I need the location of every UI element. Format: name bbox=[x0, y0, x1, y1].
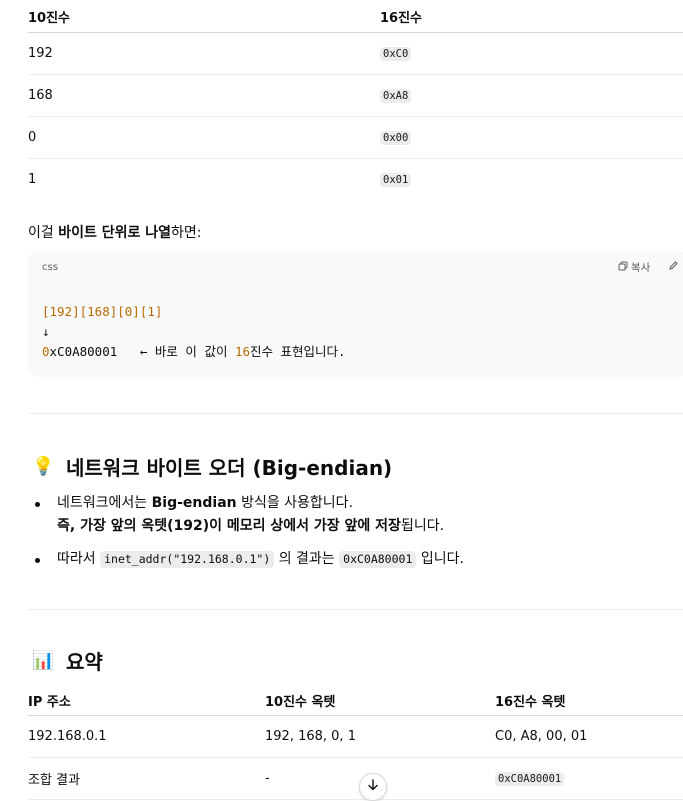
inline-code: 0x00 bbox=[380, 131, 412, 145]
code-language-label: css bbox=[42, 262, 58, 273]
bar-chart-icon: 📊 bbox=[32, 650, 55, 671]
section-title: 요약 bbox=[66, 650, 103, 674]
column-header: IP 주소 bbox=[28, 686, 265, 716]
table-cell: 0xC0 bbox=[380, 32, 683, 75]
inline-code: inet_addr("192.168.0.1") bbox=[100, 551, 275, 568]
pencil-icon bbox=[668, 261, 679, 274]
paragraph-text: 이걸 bbox=[28, 225, 59, 241]
inline-code: 0xA8 bbox=[380, 89, 412, 103]
bullet-list: 네트워크에서는 Big-endian 방식을 사용합니다. 즉, 가장 앞의 옥… bbox=[28, 492, 683, 581]
lightbulb-icon: 💡 bbox=[32, 456, 55, 477]
copy-icon bbox=[618, 261, 628, 274]
inline-code: 0xC0A80001 bbox=[495, 772, 565, 786]
table-header-row: 10진수 16진수 bbox=[28, 0, 683, 33]
paragraph-bold: 바이트 단위로 나열 bbox=[58, 225, 172, 241]
column-header: 10진수 bbox=[28, 0, 380, 33]
code-line: ↓ bbox=[42, 324, 50, 339]
list-item: 따라서 inet_addr("192.168.0.1") 의 결과는 0xC0A… bbox=[28, 548, 683, 571]
paragraph-text: 하면: bbox=[171, 225, 202, 241]
table-row: 168 0xA8 bbox=[28, 74, 683, 117]
copy-button[interactable]: 복사 bbox=[618, 260, 650, 275]
column-header: 10진수 옥텟 bbox=[265, 686, 495, 716]
table-cell: C0, A8, 00, 01 bbox=[495, 715, 683, 758]
list-bold: Big-endian bbox=[151, 495, 237, 511]
divider bbox=[28, 413, 683, 414]
divider bbox=[28, 609, 683, 610]
table-cell: 0x01 bbox=[380, 159, 683, 201]
column-header: 16진수 bbox=[380, 0, 683, 33]
table-cell: 192.168.0.1 bbox=[28, 715, 265, 758]
column-header: 16진수 옥텟 bbox=[495, 686, 683, 716]
arrow-down-icon bbox=[367, 779, 379, 795]
chat-content: 10진수 16진수 192 0xC0 168 0xA8 0 0x00 1 0x0… bbox=[28, 0, 683, 800]
decimal-hex-table: 10진수 16진수 192 0xC0 168 0xA8 0 0x00 1 0x0… bbox=[28, 0, 683, 200]
list-text: 네트워크에서는 bbox=[57, 495, 152, 511]
list-text: 입니다. bbox=[416, 551, 464, 567]
table-header-row: IP 주소 10진수 옥텟 16진수 옥텟 bbox=[28, 686, 683, 716]
list-bold: 즉, 가장 앞의 옥텟(192)이 메모리 상에서 가장 앞에 저장 bbox=[57, 518, 401, 534]
table-row: 0 0x00 bbox=[28, 116, 683, 159]
table-cell: 1 bbox=[28, 172, 37, 187]
code-number: 0 bbox=[42, 344, 50, 359]
list-item: 네트워크에서는 Big-endian 방식을 사용합니다. 즉, 가장 앞의 옥… bbox=[28, 492, 683, 538]
edit-button[interactable] bbox=[668, 260, 679, 274]
code-text: xC0A80001 ← 바로 이 값이 bbox=[49, 344, 235, 359]
inline-code: 0xC0A80001 bbox=[339, 551, 417, 568]
table-row: 192 0xC0 bbox=[28, 32, 683, 75]
list-text: 됩니다. bbox=[400, 518, 445, 534]
table-cell: 0xA8 bbox=[380, 74, 683, 117]
summary-table: IP 주소 10진수 옥텟 16진수 옥텟 192.168.0.1 192, 1… bbox=[28, 686, 683, 800]
list-text: 의 결과는 bbox=[274, 551, 340, 567]
table-cell: 168 bbox=[28, 74, 380, 117]
table-cell: 192 bbox=[28, 32, 380, 75]
table-cell: 0x00 bbox=[380, 116, 683, 159]
table-row: 192.168.0.1 192, 168, 0, 1 C0, A8, 00, 0… bbox=[28, 715, 683, 758]
inline-code: 0x01 bbox=[380, 173, 412, 187]
section-heading: 📊 요약 bbox=[32, 646, 103, 675]
paragraph: 이걸 바이트 단위로 나열하면: bbox=[28, 222, 202, 242]
section-title: 네트워크 바이트 오더 (Big-endian) bbox=[66, 456, 393, 480]
list-text: 방식을 사용합니다. bbox=[236, 495, 354, 511]
code-number: 16 bbox=[234, 344, 251, 359]
list-text: 따라서 bbox=[57, 551, 101, 567]
code-line: [192][168][0][1] bbox=[42, 304, 163, 319]
table-row: 조합 결과 - 0xC0A80001 bbox=[28, 757, 683, 800]
code-content: [192][168][0][1] ↓ 0xC0A80001 ← 바로 이 값이 … bbox=[42, 302, 346, 362]
copy-label: 복사 bbox=[631, 262, 651, 274]
inline-code: 0xC0 bbox=[380, 47, 412, 61]
table-cell: 0xC0A80001 bbox=[495, 757, 683, 800]
code-text: 진수 표현입니다. bbox=[250, 344, 346, 359]
table-cell: 0 bbox=[28, 116, 380, 159]
scroll-to-bottom-button[interactable] bbox=[359, 773, 387, 801]
section-heading: 💡 네트워크 바이트 오더 (Big-endian) bbox=[32, 452, 392, 481]
table-cell: 조합 결과 bbox=[28, 757, 265, 800]
table-cell: 192, 168, 0, 1 bbox=[265, 715, 495, 758]
code-block: css 복사 [192][168][0][1] ↓ 0xC0A80001 ← 바… bbox=[28, 251, 683, 377]
table-row: 1 0x01 bbox=[28, 159, 683, 201]
